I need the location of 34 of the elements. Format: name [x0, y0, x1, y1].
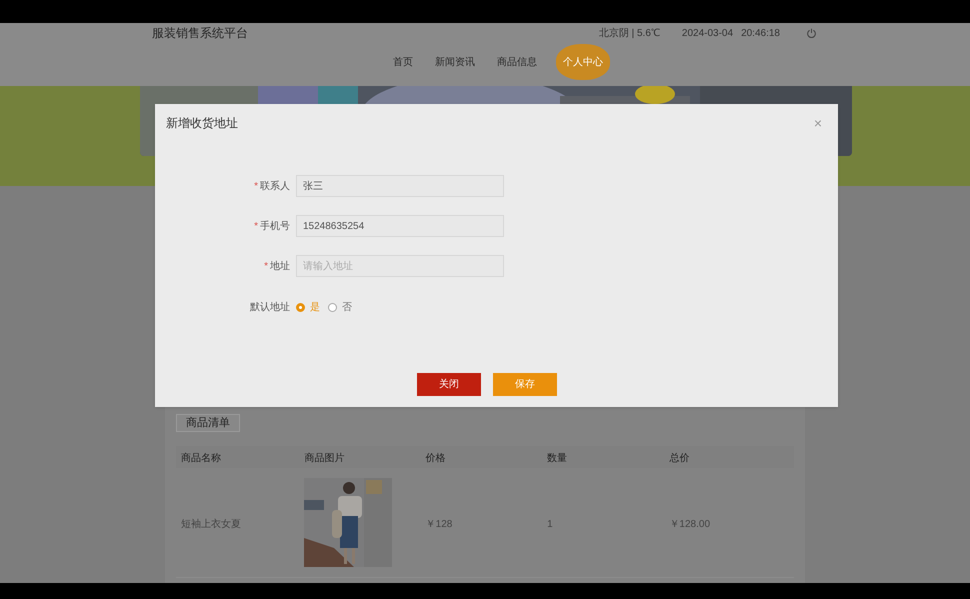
site-title: 服装销售系统平台 [152, 25, 248, 42]
required-mark: * [254, 180, 258, 194]
tab-button[interactable]: 商品清单 [176, 414, 240, 432]
required-mark: * [254, 220, 258, 234]
close-button[interactable]: × [814, 116, 822, 130]
field-label: 联系人 [260, 180, 290, 194]
column-header: 数量 [547, 453, 568, 464]
column-header: 总价 [669, 453, 690, 464]
column-header: 商品名称 [181, 453, 221, 464]
table-cell: 1 [547, 518, 553, 530]
field-label: 手机号 [260, 220, 290, 234]
column-header: 价格 [426, 453, 446, 464]
date-text: 2024-03-04 [682, 26, 734, 40]
field-label: 地址 [270, 260, 290, 274]
input-field[interactable]: 张三 [296, 175, 504, 197]
dialog-button[interactable]: 关闭 [417, 373, 481, 396]
weather-text: 北京阴 | 5.6℃ [598, 26, 660, 40]
table-cell: 短袖上衣女夏 [181, 518, 241, 530]
table-cell: ￥128 [426, 518, 452, 530]
nav-item[interactable]: 新闻资讯 [435, 54, 475, 70]
time-text: 20:46:18 [741, 26, 780, 40]
power-icon[interactable] [806, 28, 817, 38]
radio-option[interactable]: 否 [328, 300, 352, 314]
nav-item[interactable]: 个人中心 [559, 47, 607, 77]
table-cell: ￥128.00 [669, 518, 710, 530]
dialog-button[interactable]: 保存 [493, 373, 557, 396]
column-header: 商品图片 [304, 453, 344, 464]
nav-item[interactable]: 首页 [393, 54, 413, 70]
input-field[interactable]: 15248635254 [296, 215, 504, 237]
field-label: 默认地址 [250, 300, 290, 314]
dialog-title: 新增收货地址 [166, 114, 238, 132]
required-mark: * [264, 260, 268, 274]
nav-item[interactable]: 商品信息 [497, 54, 537, 70]
input-field[interactable]: 请输入地址 [296, 255, 504, 277]
